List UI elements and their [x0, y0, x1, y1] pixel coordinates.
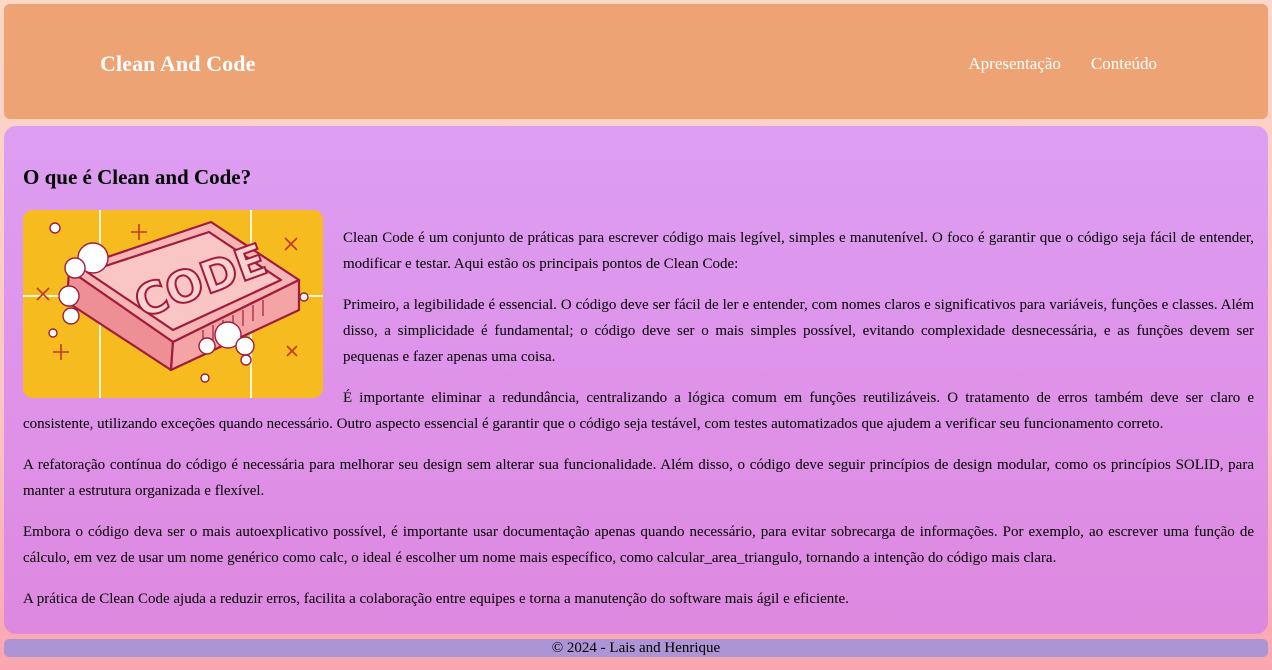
main-content: O que é Clean and Code? CODE Clean Code … [4, 126, 1268, 634]
code-soap-illustration-icon: CODE [23, 210, 323, 398]
brand-logo-link[interactable]: Clean And Code [100, 51, 255, 77]
main-nav: Apresentação Conteúdo [968, 54, 1157, 74]
site-footer: © 2024 - Lais and Henrique [4, 639, 1268, 657]
paragraph-conclusion: A prática de Clean Code ajuda a reduzir … [23, 591, 849, 607]
paragraph-refactoring: A refatoração contínua do código é neces… [23, 457, 1254, 499]
paragraph-documentation: Embora o código deva ser o mais autoexpl… [23, 524, 1254, 566]
copyright-text: © 2024 - Lais and Henrique [551, 640, 721, 656]
nav-link-apresentacao[interactable]: Apresentação [968, 54, 1061, 74]
site-header: Clean And Code Apresentação Conteúdo [4, 4, 1268, 119]
page-title: O que é Clean and Code? [23, 165, 252, 189]
nav-link-conteudo[interactable]: Conteúdo [1091, 54, 1157, 74]
